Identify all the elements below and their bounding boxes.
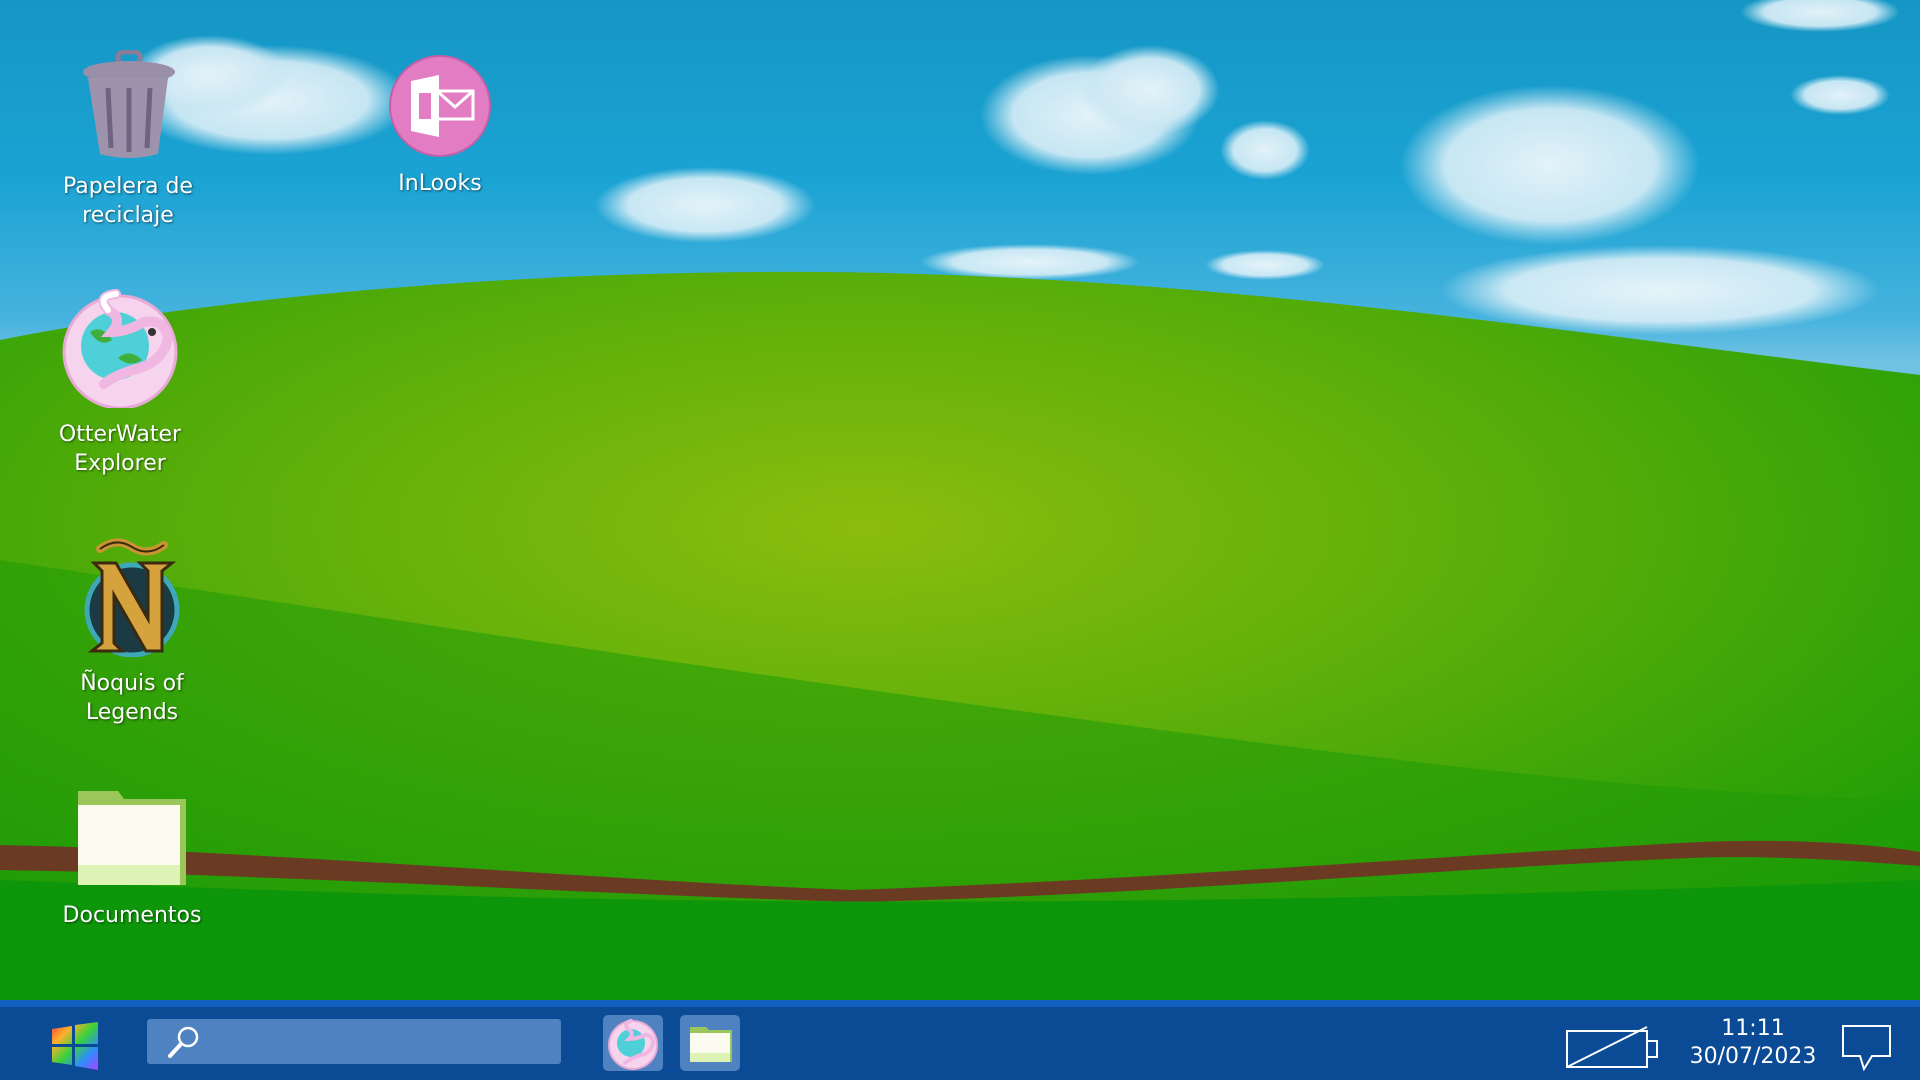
notification-icon xyxy=(1842,1025,1891,1072)
clock-time: 11:11 xyxy=(1721,1016,1785,1041)
taskbar-app-documentos[interactable] xyxy=(680,1015,740,1071)
notifications-button[interactable] xyxy=(1840,1023,1894,1077)
folder-icon xyxy=(690,1027,732,1062)
mail-app-icon xyxy=(389,55,491,157)
battery-icon xyxy=(1566,1026,1658,1068)
otterwater-explorer-icon xyxy=(62,289,178,410)
search-box[interactable] xyxy=(147,1019,561,1064)
desktop-icon-recycle-bin[interactable]: Papelera de reciclaje xyxy=(48,49,208,230)
clock-date: 30/07/2023 xyxy=(1689,1044,1817,1069)
folder-icon xyxy=(78,791,186,885)
taskbar-app-otterwater-explorer[interactable] xyxy=(603,1015,663,1071)
recycle-bin-icon xyxy=(83,49,175,158)
system-clock[interactable]: 11:11 30/07/2023 xyxy=(1680,1015,1826,1071)
desktop-icon-label: OtterWater Explorer xyxy=(58,422,182,476)
desktop-icon-documentos[interactable]: Documentos xyxy=(52,785,212,930)
windows-logo-icon xyxy=(52,1022,98,1070)
desktop-icon-label: Papelera de reciclaje xyxy=(63,174,193,228)
desktop-icon-otterwater-explorer[interactable]: OtterWater Explorer xyxy=(40,288,200,478)
taskbar: 11:11 30/07/2023 xyxy=(0,1000,1920,1080)
noquis-of-legends-icon xyxy=(84,538,180,658)
desktop-icon-label: InLooks xyxy=(398,171,482,196)
desktop-icon-label: Documentos xyxy=(62,903,202,928)
desktop-icon-inlooks[interactable]: InLooks xyxy=(360,55,520,198)
search-icon xyxy=(168,1026,199,1058)
desktop-icon-label: Ñoquis of Legends xyxy=(80,671,184,725)
start-button[interactable] xyxy=(50,1021,100,1071)
otterwater-explorer-icon xyxy=(608,1019,658,1070)
wallpaper xyxy=(0,0,1920,1000)
desktop[interactable]: Papelera de reciclaje InLooks OtterWater… xyxy=(0,0,1920,1000)
battery-indicator[interactable] xyxy=(1565,1025,1660,1075)
desktop-icon-noquis-of-legends[interactable]: Ñoquis of Legends xyxy=(52,535,212,727)
